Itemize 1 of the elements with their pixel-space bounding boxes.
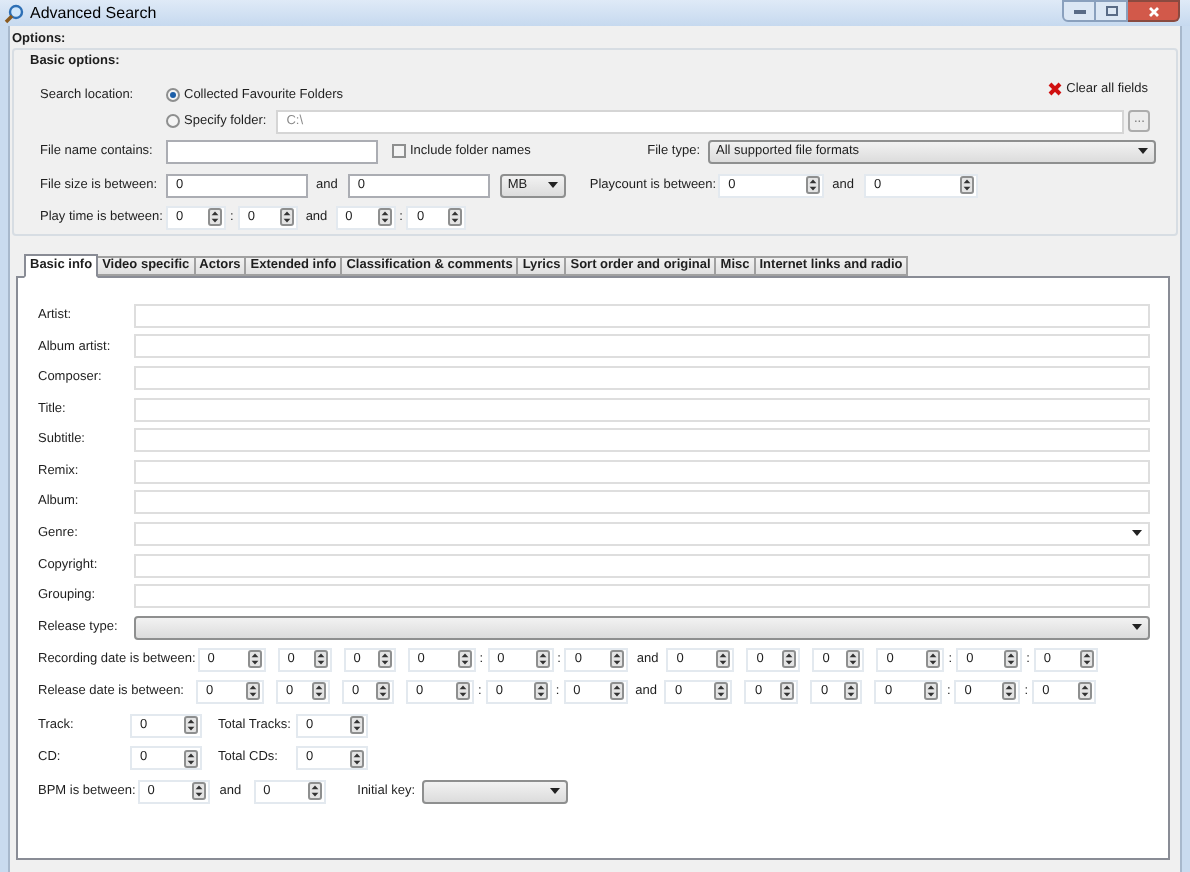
window-title: Advanced Search: [30, 1, 157, 25]
